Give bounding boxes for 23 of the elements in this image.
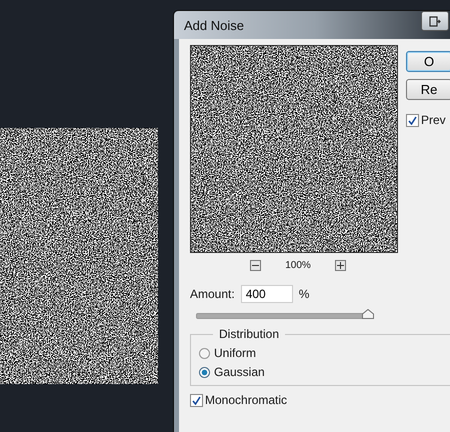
- preview-label: Prev: [421, 113, 446, 127]
- zoom-in-button[interactable]: [335, 260, 346, 271]
- window-title: Add Noise: [184, 18, 244, 32]
- group-title: Distribution: [218, 327, 280, 341]
- minus-icon: [252, 262, 259, 269]
- zoom-out-button[interactable]: [250, 260, 261, 271]
- slider-thumb[interactable]: [362, 309, 374, 319]
- zoom-level: 100%: [284, 260, 312, 271]
- preview-checkbox[interactable]: [406, 114, 419, 126]
- monochromatic-label: Monochromatic: [205, 393, 288, 407]
- dialog-button[interactable]: Re: [406, 79, 450, 100]
- amount-field[interactable]: 400: [240, 285, 293, 303]
- radio-label: Uniform: [214, 346, 256, 360]
- plus-icon: [337, 262, 344, 269]
- radio-button[interactable]: [199, 366, 210, 378]
- exit-icon: [429, 16, 441, 26]
- monochromatic-checkbox[interactable]: [190, 394, 203, 406]
- amount-unit: %: [298, 287, 310, 301]
- amount-label: Amount:: [190, 287, 235, 301]
- window-button[interactable]: [421, 11, 449, 31]
- radio-label: Gaussian: [214, 365, 265, 379]
- radio-button[interactable]: [199, 348, 210, 358]
- dialog-button[interactable]: O: [406, 51, 450, 72]
